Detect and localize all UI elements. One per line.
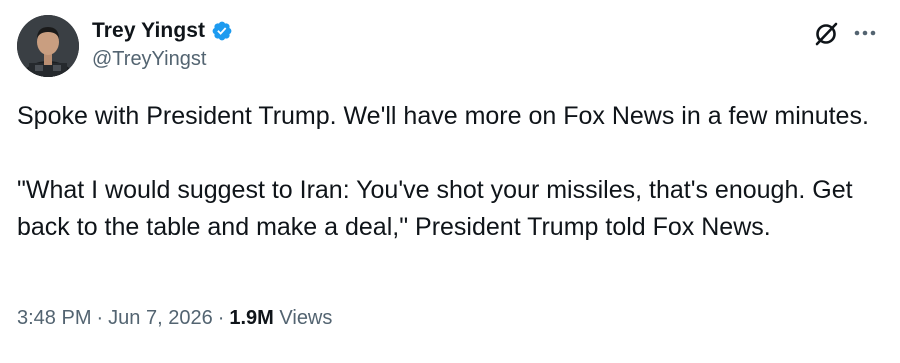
author-name-row: Trey Yingst (92, 17, 233, 45)
grok-icon[interactable] (812, 20, 840, 48)
tweet-metadata: 3:48 PM · Jun 7, 2026 · 1.9M Views (17, 307, 332, 330)
separator-dot: · (217, 307, 225, 329)
avatar-photo (17, 15, 79, 77)
author-display-name[interactable]: Trey Yingst (92, 19, 205, 43)
author-handle[interactable]: @TreyYingst (92, 48, 206, 71)
tweet-time[interactable]: 3:48 PM (17, 307, 91, 330)
separator-dot: · (96, 307, 104, 329)
views-count: 1.9M (229, 307, 274, 329)
tweet: Trey Yingst @TreyYingst Spoke with Presi… (0, 0, 900, 363)
avatar[interactable] (17, 15, 79, 77)
verified-badge-icon (211, 20, 233, 42)
tweet-paragraph: Spoke with President Trump. We'll have m… (17, 102, 869, 130)
views-label: Views (279, 307, 333, 329)
more-options-icon[interactable] (852, 22, 878, 44)
tweet-text: Spoke with President Trump. We'll have m… (17, 98, 877, 246)
tweet-date[interactable]: Jun 7, 2026 (108, 307, 213, 330)
tweet-paragraph: "What I would suggest to Iran: You've sh… (17, 176, 853, 241)
